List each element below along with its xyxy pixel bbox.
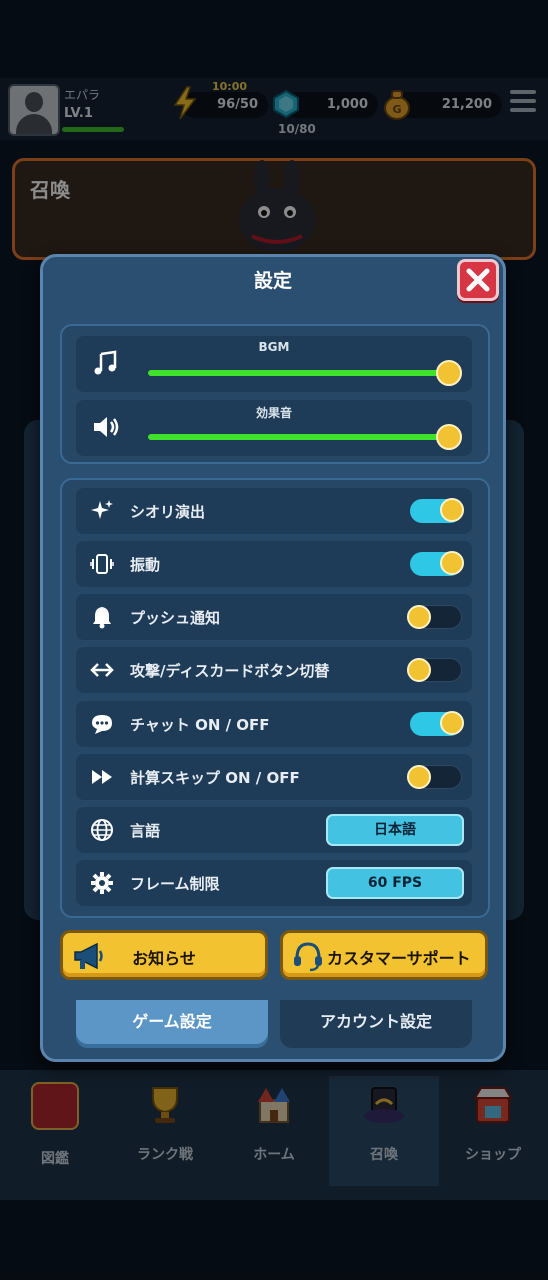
notice-button[interactable]: お知らせ	[60, 930, 268, 980]
vibration-icon	[90, 554, 114, 574]
setting-label: フレーム制限	[130, 875, 220, 893]
gear-icon	[91, 872, 113, 894]
setting-row-vibration: 振動	[76, 541, 472, 587]
setting-label: 攻撃/ディスカードボタン切替	[130, 662, 330, 680]
setting-row-language: 言語 日本語	[76, 807, 472, 853]
setting-row-push: プッシュ通知	[76, 594, 472, 640]
globe-icon	[91, 819, 113, 841]
language-select[interactable]: 日本語	[326, 814, 464, 846]
frame-limit-select[interactable]: 60 FPS	[326, 867, 464, 899]
setting-row-calc-skip: 計算スキップ ON / OFF	[76, 754, 472, 800]
customer-support-button[interactable]: カスタマーサポート	[280, 930, 488, 980]
tab-account-settings[interactable]: アカウント設定	[280, 1000, 472, 1048]
vibration-toggle[interactable]	[410, 551, 464, 576]
bgm-label: BGM	[258, 340, 290, 354]
chat-bubble-icon	[92, 715, 112, 734]
bell-icon	[93, 607, 111, 629]
dialog-title: 設定	[253, 270, 292, 292]
bgm-slider[interactable]	[148, 360, 462, 386]
attack-discard-toggle[interactable]	[407, 658, 462, 682]
headset-icon	[294, 942, 322, 972]
shiori-effect-toggle[interactable]	[410, 498, 464, 523]
bgm-slider-handle[interactable]	[436, 360, 462, 386]
setting-row-shiori-effect: シオリ演出	[76, 488, 472, 534]
close-button[interactable]	[457, 259, 499, 301]
sfx-slider-row: 効果音	[76, 400, 472, 456]
sfx-slider-handle[interactable]	[436, 424, 462, 450]
chat-toggle[interactable]	[410, 711, 464, 736]
sfx-label: 効果音	[255, 406, 292, 420]
setting-label: 振動	[130, 556, 161, 574]
sfx-slider[interactable]	[148, 424, 462, 450]
push-notification-toggle[interactable]	[407, 605, 462, 629]
setting-row-attack-discard: 攻撃/ディスカードボタン切替	[76, 647, 472, 693]
setting-label: チャット ON / OFF	[130, 716, 270, 734]
tab-game-settings[interactable]: ゲーム設定	[76, 1000, 268, 1048]
setting-row-frame-limit: フレーム制限 60 FPS	[76, 860, 472, 906]
sparkle-icon	[91, 500, 113, 519]
notice-button-label: お知らせ	[132, 949, 196, 968]
setting-label: シオリ演出	[130, 503, 206, 521]
close-icon	[466, 268, 490, 292]
calc-skip-toggle[interactable]	[407, 765, 462, 789]
setting-label: プッシュ通知	[130, 609, 221, 627]
setting-row-chat: チャット ON / OFF	[76, 701, 472, 747]
fast-forward-icon	[92, 770, 112, 784]
setting-label: 計算スキップ ON / OFF	[130, 769, 300, 787]
setting-label: 言語	[130, 822, 161, 840]
swap-arrows-icon	[90, 663, 114, 677]
support-button-label: カスタマーサポート	[327, 949, 471, 968]
bgm-slider-row: BGM	[76, 336, 472, 392]
